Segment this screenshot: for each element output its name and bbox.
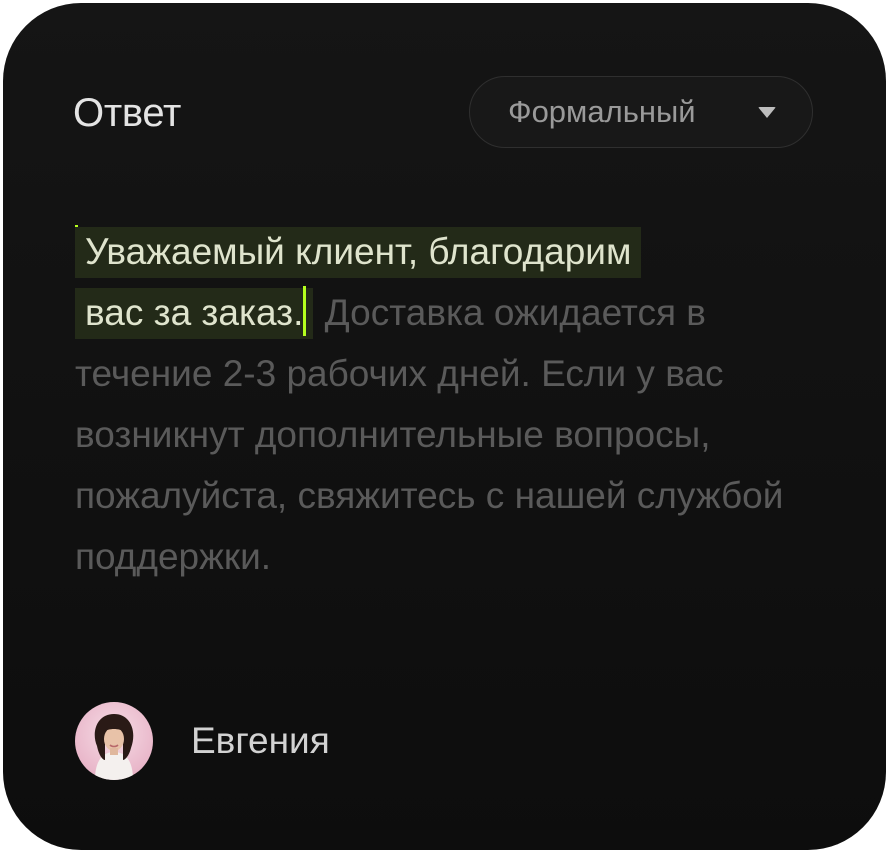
response-card: Ответ Формальный Уважаемый клиент, благо…	[3, 3, 886, 850]
author: Евгения	[75, 702, 330, 780]
response-text[interactable]: Уважаемый клиент, благодарим вас за заказ…	[75, 221, 815, 587]
tone-dropdown[interactable]: Формальный	[469, 76, 813, 148]
user-avatar[interactable]	[75, 702, 153, 780]
selection-end-cursor[interactable]	[303, 286, 307, 336]
caret-down-icon[interactable]	[758, 107, 776, 118]
highlighted-line-2: вас за заказ.	[85, 292, 304, 333]
avatar-portrait-icon	[94, 714, 134, 780]
tone-dropdown-value: Формальный	[508, 94, 696, 129]
card-title: Ответ	[73, 91, 181, 135]
highlighted-line-1: Уважаемый клиент, благодарим	[85, 231, 632, 272]
author-name: Евгения	[191, 720, 330, 761]
